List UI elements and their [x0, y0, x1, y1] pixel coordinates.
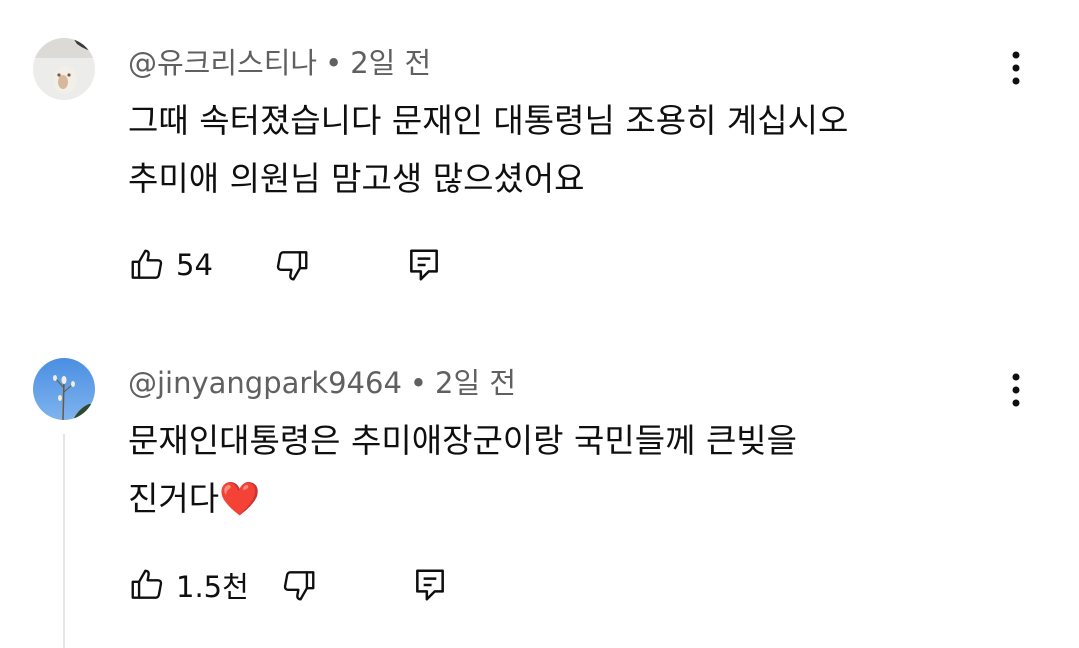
reply-icon	[410, 249, 438, 281]
comment-text-line: 문재인대통령은 추미애장군이랑 국민들께 큰빚을	[128, 421, 798, 460]
comment-actions: 1.5천	[128, 563, 444, 607]
more-vert-icon	[1012, 373, 1020, 407]
comment-text-line-with-emoji: 진거다❤️	[128, 470, 260, 528]
like-button[interactable]: 1.5천	[128, 564, 249, 606]
comment-meta: @유크리스티나 • 2일 전	[128, 46, 431, 80]
thumbs-up-icon	[131, 569, 163, 599]
thumbs-down-icon	[283, 571, 315, 601]
meta-separator: •	[325, 46, 343, 80]
like-button[interactable]: 54	[128, 246, 213, 284]
like-count: 54	[176, 248, 213, 282]
reply-button[interactable]	[412, 566, 448, 604]
comment-author[interactable]: @jinyangpark9464	[128, 366, 402, 400]
dislike-button[interactable]	[273, 246, 311, 284]
avatar[interactable]	[33, 358, 95, 420]
comment-meta: @jinyangpark9464 • 2일 전	[128, 366, 516, 400]
comment-text-segment: 진거다	[128, 479, 220, 518]
dislike-button[interactable]	[280, 566, 318, 604]
heart-emoji: ❤️	[219, 479, 261, 518]
more-options-button[interactable]	[1000, 46, 1032, 90]
comment-text-line: 추미애 의원님 맘고생 많으셨어요	[128, 159, 585, 198]
avatar[interactable]	[33, 38, 95, 100]
comment-author[interactable]: @유크리스티나	[128, 46, 317, 80]
comment-text-line: 그때 속터졌습니다 문재인 대통령님 조용히 계십시오	[128, 101, 849, 140]
more-options-button[interactable]	[1000, 368, 1032, 412]
thumbs-down-icon	[276, 251, 308, 281]
thumbs-up-icon	[131, 249, 163, 279]
comment-actions: 54	[128, 243, 438, 287]
comment-time: 2일 전	[350, 46, 432, 80]
more-vert-icon	[1012, 51, 1020, 85]
like-count: 1.5천	[176, 570, 249, 604]
comment-time: 2일 전	[435, 366, 517, 400]
reply-icon	[416, 569, 444, 601]
reply-button[interactable]	[406, 246, 442, 284]
reply-thread-line	[63, 434, 65, 648]
comment-item: @jinyangpark9464 • 2일 전 문재인대통령은 추미애장군이랑 국민…	[0, 320, 1079, 648]
meta-separator: •	[409, 366, 428, 400]
comment-item: @유크리스티나 • 2일 전 그때 속터졌습니다 문재인 대통령님 조용히 계십시오…	[0, 0, 1079, 320]
